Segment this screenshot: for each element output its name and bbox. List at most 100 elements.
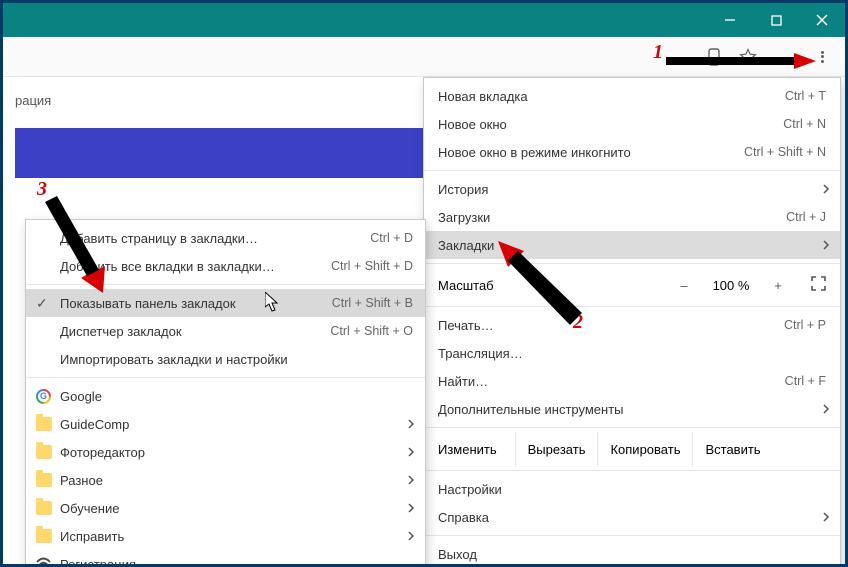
maximize-button[interactable] bbox=[753, 3, 799, 37]
menu-label: Печать… bbox=[438, 318, 784, 333]
submenu-item-show-bar[interactable]: ✓ Показывать панель закладок Ctrl + Shif… bbox=[26, 289, 425, 317]
menu-separator bbox=[424, 263, 840, 264]
menu-item-exit[interactable]: Выход bbox=[424, 540, 840, 567]
annotation-number-1: 1 bbox=[653, 41, 663, 64]
bookmark-folder-misc[interactable]: Разное bbox=[26, 466, 425, 494]
menu-label: Найти… bbox=[438, 374, 785, 389]
bookmark-label: Google bbox=[60, 389, 413, 404]
menu-shortcut: Ctrl + Shift + O bbox=[330, 324, 413, 338]
bookmark-folder-guidecomp[interactable]: GuideComp bbox=[26, 410, 425, 438]
chevron-right-icon bbox=[408, 445, 415, 460]
menu-label: Закладки bbox=[438, 238, 826, 253]
submenu-item-add-page[interactable]: Добавить страницу в закладки… Ctrl + D bbox=[26, 224, 425, 252]
menu-label: Новая вкладка bbox=[438, 89, 785, 104]
menu-item-incognito[interactable]: Новое окно в режиме инкогнито Ctrl + Shi… bbox=[424, 138, 840, 166]
menu-shortcut: Ctrl + F bbox=[785, 374, 826, 388]
menu-shortcut: Ctrl + T bbox=[785, 89, 826, 103]
menu-item-new-tab[interactable]: Новая вкладка Ctrl + T bbox=[424, 82, 840, 110]
chevron-right-icon bbox=[823, 510, 830, 525]
menu-separator bbox=[424, 535, 840, 536]
menu-label: Справка bbox=[438, 510, 826, 525]
menu-item-zoom: Масштаб – 100 % + bbox=[424, 268, 840, 302]
menu-item-cast[interactable]: Трансляция… bbox=[424, 339, 840, 367]
bookmark-label: Фоторедактор bbox=[60, 445, 413, 460]
google-icon bbox=[36, 389, 51, 404]
zoom-out-button[interactable]: – bbox=[673, 278, 695, 293]
fullscreen-button[interactable] bbox=[811, 276, 826, 294]
folder-icon bbox=[36, 417, 52, 431]
menu-label: Импортировать закладки и настройки bbox=[60, 352, 413, 367]
menu-label: Добавить все вкладки в закладки… bbox=[60, 259, 331, 274]
bookmark-label: Регистрация bbox=[60, 557, 413, 567]
chevron-right-icon bbox=[408, 417, 415, 432]
bookmark-label: Разное bbox=[60, 473, 413, 488]
edit-copy-button[interactable]: Копировать bbox=[597, 432, 692, 466]
menu-shortcut: Ctrl + D bbox=[370, 231, 413, 245]
fullscreen-icon bbox=[811, 276, 826, 291]
menu-label: Новое окно bbox=[438, 117, 783, 132]
chevron-right-icon bbox=[408, 529, 415, 544]
submenu-item-add-all[interactable]: Добавить все вкладки в закладки… Ctrl + … bbox=[26, 252, 425, 280]
menu-separator bbox=[424, 170, 840, 171]
menu-item-moretools[interactable]: Дополнительные инструменты bbox=[424, 395, 840, 423]
bookmark-register[interactable]: Регистрация bbox=[26, 550, 425, 567]
menu-item-downloads[interactable]: Загрузки Ctrl + J bbox=[424, 203, 840, 231]
bookmarks-submenu: Добавить страницу в закладки… Ctrl + D Д… bbox=[25, 219, 426, 567]
close-button[interactable] bbox=[799, 3, 845, 37]
folder-icon bbox=[36, 445, 52, 459]
annotation-number-3: 3 bbox=[37, 178, 47, 201]
edit-label: Изменить bbox=[424, 432, 515, 466]
menu-separator bbox=[26, 284, 425, 285]
chevron-right-icon bbox=[408, 473, 415, 488]
phone-icon bbox=[708, 48, 720, 66]
main-menu: Новая вкладка Ctrl + T Новое окно Ctrl +… bbox=[423, 77, 841, 567]
submenu-item-manager[interactable]: Диспетчер закладок Ctrl + Shift + O bbox=[26, 317, 425, 345]
menu-label: Настройки bbox=[438, 482, 826, 497]
bookmark-star-button[interactable] bbox=[731, 40, 765, 74]
menu-item-history[interactable]: История bbox=[424, 175, 840, 203]
chevron-right-icon bbox=[408, 501, 415, 516]
menu-item-bookmarks[interactable]: Закладки bbox=[424, 231, 840, 259]
menu-separator bbox=[424, 470, 840, 471]
window-frame: рация Новая вкладка Ctrl + T Новое окно … bbox=[0, 0, 848, 567]
annotation-number-2: 2 bbox=[573, 311, 583, 334]
minimize-button[interactable] bbox=[707, 3, 753, 37]
chevron-right-icon bbox=[823, 182, 830, 197]
menu-label: Дополнительные инструменты bbox=[438, 402, 826, 417]
device-icon[interactable] bbox=[697, 40, 731, 74]
more-menu-button[interactable] bbox=[805, 40, 839, 74]
menu-separator bbox=[424, 306, 840, 307]
menu-item-new-window[interactable]: Новое окно Ctrl + N bbox=[424, 110, 840, 138]
zoom-in-button[interactable]: + bbox=[767, 278, 789, 293]
star-icon bbox=[739, 48, 757, 66]
menu-label: Показывать панель закладок bbox=[60, 296, 332, 311]
bookmark-label: Исправить bbox=[60, 529, 413, 544]
menu-separator bbox=[424, 427, 840, 428]
menu-shortcut: Ctrl + Shift + N bbox=[744, 145, 826, 159]
wifi-icon bbox=[36, 557, 51, 567]
checkmark-icon: ✓ bbox=[36, 295, 48, 312]
bookmark-folder-learning[interactable]: Обучение bbox=[26, 494, 425, 522]
bookmark-folder-photoedit[interactable]: Фоторедактор bbox=[26, 438, 425, 466]
menu-label: Новое окно в режиме инкогнито bbox=[438, 145, 744, 160]
bookmark-folder-fix[interactable]: Исправить bbox=[26, 522, 425, 550]
minimize-icon bbox=[724, 14, 736, 26]
chevron-right-icon bbox=[823, 402, 830, 417]
chevron-right-icon bbox=[823, 238, 830, 253]
edit-cut-button[interactable]: Вырезать bbox=[515, 432, 598, 466]
edit-paste-button[interactable]: Вставить bbox=[692, 432, 772, 466]
close-icon bbox=[816, 14, 828, 26]
menu-item-settings[interactable]: Настройки bbox=[424, 475, 840, 503]
folder-icon bbox=[36, 501, 52, 515]
menu-item-print[interactable]: Печать… Ctrl + P bbox=[424, 311, 840, 339]
menu-label: Выход bbox=[438, 547, 826, 562]
zoom-value: 100 % bbox=[707, 278, 755, 293]
menu-shortcut: Ctrl + J bbox=[786, 210, 826, 224]
menu-item-help[interactable]: Справка bbox=[424, 503, 840, 531]
submenu-item-import[interactable]: Импортировать закладки и настройки bbox=[26, 345, 425, 373]
folder-icon bbox=[36, 473, 52, 487]
menu-label: Трансляция… bbox=[438, 346, 826, 361]
bookmark-label: GuideComp bbox=[60, 417, 413, 432]
bookmark-google[interactable]: Google bbox=[26, 382, 425, 410]
menu-item-find[interactable]: Найти… Ctrl + F bbox=[424, 367, 840, 395]
